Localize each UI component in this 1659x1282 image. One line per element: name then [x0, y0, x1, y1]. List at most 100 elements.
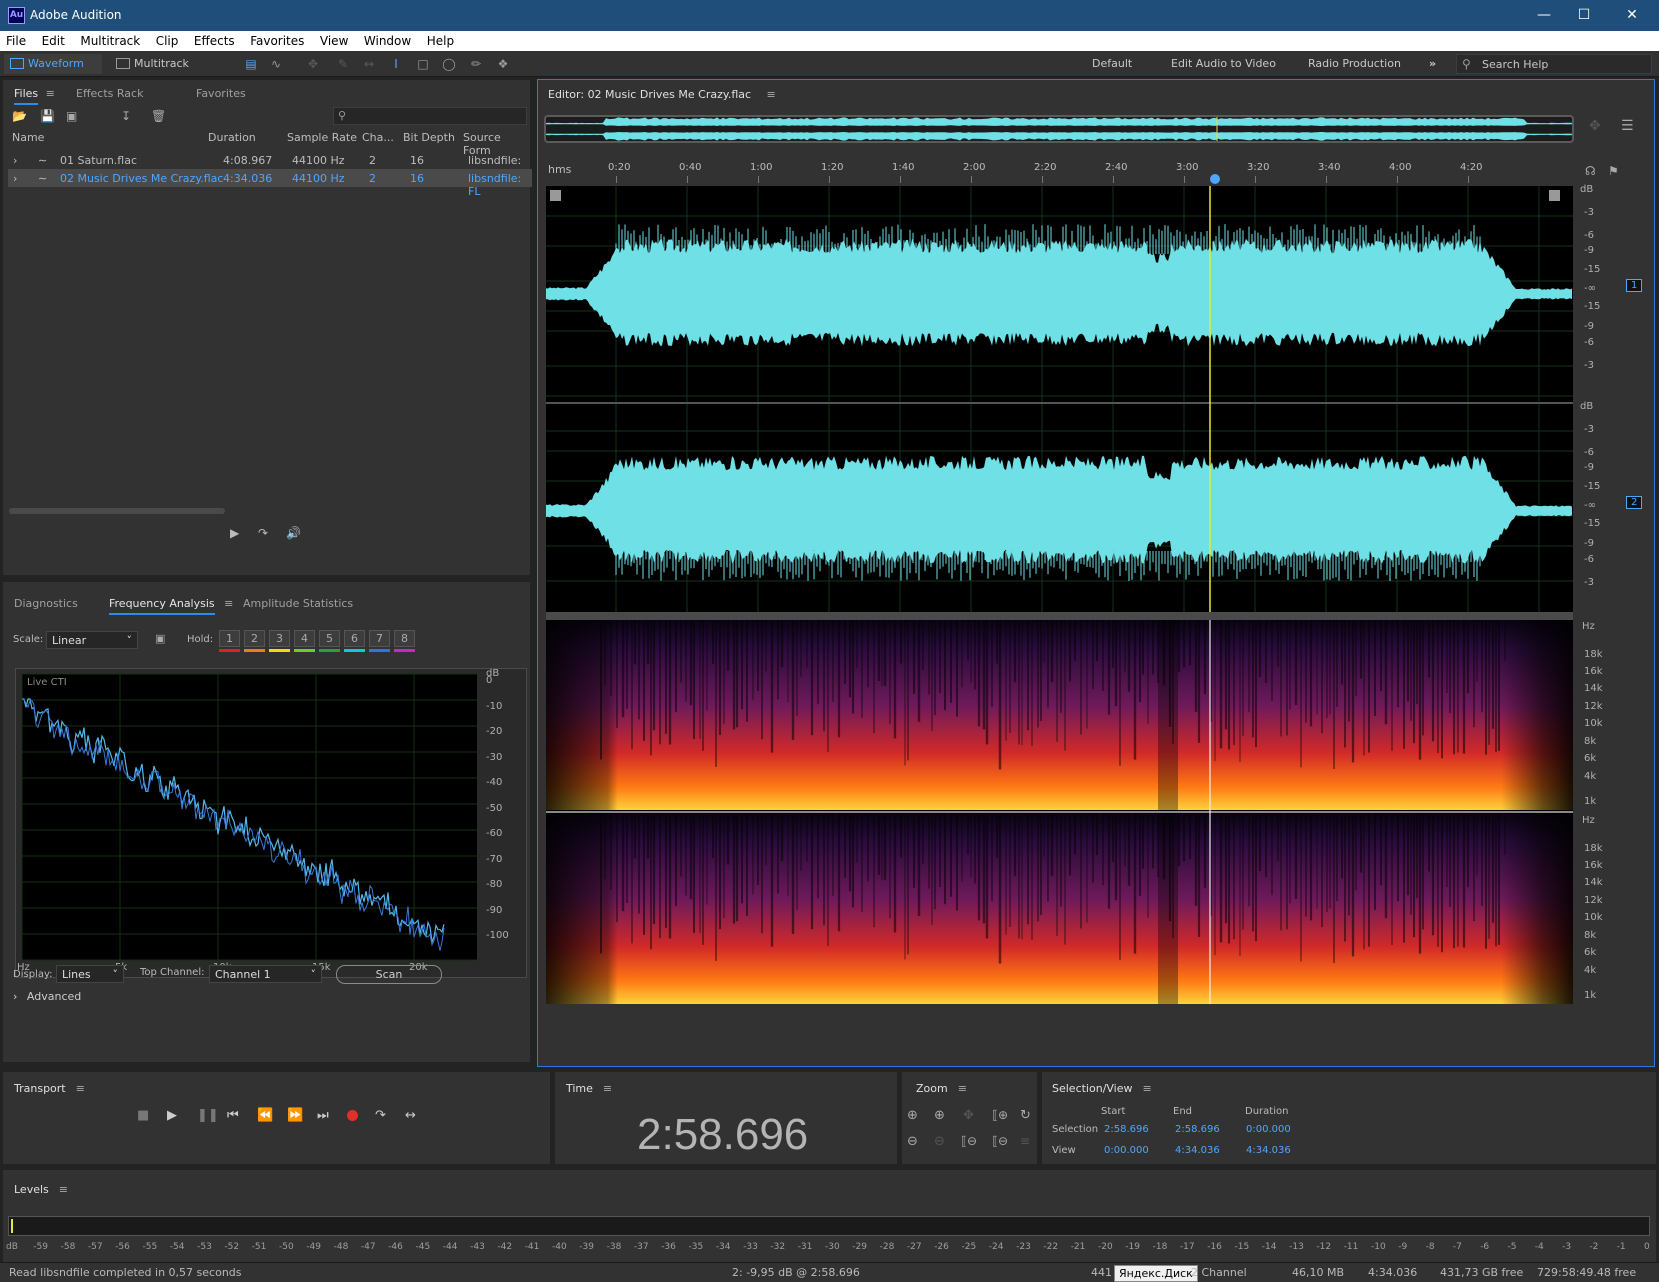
skip-to-end-icon[interactable]: ⏭	[317, 1108, 329, 1123]
import-file-icon[interactable]: 💾	[40, 109, 55, 123]
table-row[interactable]: › ∼ 01 Saturn.flac 4:08.967 44100 Hz 2 1…	[8, 151, 532, 180]
zoom-out-both-icon[interactable]: ⟦⊖	[992, 1134, 1008, 1148]
waveform-view-button[interactable]: Waveform	[4, 54, 102, 74]
hold-3-button[interactable]: 3	[269, 630, 290, 647]
zoom-out-amplitude-icon[interactable]: ⊖	[907, 1134, 918, 1149]
scale-select[interactable]: Linear ˅	[46, 631, 138, 649]
tab-amplitude-statistics[interactable]: Amplitude Statistics	[243, 597, 353, 610]
menu-effects[interactable]: Effects	[188, 31, 241, 48]
zoom-selection-icon[interactable]: ✥	[1589, 118, 1601, 134]
menu-view[interactable]: View	[314, 31, 354, 48]
hold-6-button[interactable]: 6	[344, 630, 365, 647]
advanced-toggle[interactable]: › Advanced	[13, 990, 81, 1003]
files-scrollbar[interactable]	[9, 508, 225, 514]
view-end[interactable]: 4:34.036	[1175, 1145, 1220, 1156]
record-icon[interactable]	[347, 1110, 358, 1121]
open-file-icon[interactable]: 📂	[12, 109, 27, 123]
display-select[interactable]: Lines ˅	[56, 965, 124, 983]
close-icon[interactable]: ✕	[1612, 4, 1652, 26]
marquee-tool-icon[interactable]: □	[415, 57, 431, 71]
hold-1-button[interactable]: 1	[219, 630, 240, 647]
pause-icon[interactable]: ❚❚	[197, 1108, 219, 1123]
expand-icon[interactable]: ›	[13, 172, 17, 185]
fade-out-handle-icon[interactable]	[1549, 190, 1560, 201]
workspace-edit-audio-to-video[interactable]: Edit Audio to Video	[1171, 57, 1276, 70]
workspace-radio-production[interactable]: Radio Production	[1308, 57, 1401, 70]
search-help-box[interactable]: ⚲ Search Help	[1456, 54, 1652, 74]
stop-icon[interactable]: ■	[137, 1108, 149, 1123]
overview-navigator[interactable]	[544, 115, 1574, 143]
waveform-display[interactable]	[546, 186, 1573, 620]
menu-edit[interactable]: Edit	[36, 31, 71, 48]
hold-8-button[interactable]: 8	[394, 630, 415, 647]
zoom-selection-icon[interactable]: ✥	[963, 1108, 974, 1123]
spectral-pitch-icon[interactable]: ∿	[268, 57, 284, 71]
auto-play-icon[interactable]: 🔊	[286, 526, 301, 540]
zoom-in-left-icon[interactable]: ⟦⊕	[992, 1108, 1008, 1122]
fade-in-handle-icon[interactable]	[550, 190, 561, 201]
freeze-icon[interactable]: ▣	[155, 632, 165, 645]
view-duration[interactable]: 4:34.036	[1246, 1145, 1291, 1156]
loop-playback-icon[interactable]: ↷	[375, 1108, 386, 1123]
files-search-input[interactable]: ⚲	[333, 107, 527, 125]
slip-tool-icon[interactable]: ↔	[361, 57, 377, 71]
tab-favorites[interactable]: Favorites	[196, 87, 246, 100]
selection-duration[interactable]: 0:00.000	[1246, 1124, 1291, 1135]
menu-favorites[interactable]: Favorites	[244, 31, 310, 48]
spectral-display[interactable]	[546, 620, 1573, 1004]
col-name[interactable]: Name	[12, 131, 44, 144]
skip-to-start-icon[interactable]: ⏮	[227, 1108, 239, 1123]
lasso-tool-icon[interactable]: ◯	[441, 57, 457, 71]
delete-icon[interactable]: 🗑	[151, 109, 166, 123]
loop-preview-icon[interactable]: ↷	[258, 526, 268, 540]
scan-button[interactable]: Scan	[336, 965, 442, 984]
more-workspaces-icon[interactable]: »	[1429, 57, 1436, 70]
playhead-handle[interactable]	[1210, 174, 1220, 184]
maximize-icon[interactable]: ☐	[1564, 4, 1604, 26]
zoom-in-time-icon[interactable]: ⊕	[934, 1108, 945, 1123]
hold-5-button[interactable]: 5	[319, 630, 340, 647]
tab-frequency-analysis[interactable]: Frequency Analysis ≡	[109, 597, 233, 615]
table-row-selected[interactable]: › ∼ 02 Music Drives Me Crazy.flac 4:34.0…	[8, 169, 532, 198]
spectral-frequency-icon[interactable]: ▤	[243, 57, 259, 71]
display-options-icon[interactable]: ☰	[1621, 118, 1634, 134]
col-duration[interactable]: Duration	[208, 131, 256, 144]
zoom-out-full-icon[interactable]: ⟦⊖	[961, 1134, 977, 1148]
hold-2-button[interactable]: 2	[244, 630, 265, 647]
workspace-default[interactable]: Default	[1092, 57, 1132, 70]
menu-multitrack[interactable]: Multitrack	[74, 31, 146, 48]
new-file-icon[interactable]: ▣	[66, 109, 77, 123]
col-channels[interactable]: Cha...	[362, 131, 394, 144]
col-bit-depth[interactable]: Bit Depth	[403, 131, 455, 144]
hold-7-button[interactable]: 7	[369, 630, 390, 647]
tab-diagnostics[interactable]: Diagnostics	[14, 597, 78, 610]
search-help-placeholder[interactable]: Search Help	[1482, 58, 1548, 71]
skip-selection-icon[interactable]: ↔	[405, 1108, 416, 1123]
brush-tool-icon[interactable]: ✏	[468, 57, 484, 71]
top-channel-select[interactable]: Channel 1 ˅	[209, 965, 322, 983]
play-icon[interactable]: ▶	[167, 1108, 177, 1123]
zoom-fit-icon[interactable]: ≡	[1020, 1134, 1030, 1148]
rewind-icon[interactable]: ⏪	[257, 1108, 273, 1123]
menu-clip[interactable]: Clip	[150, 31, 185, 48]
fast-forward-icon[interactable]: ⏩	[287, 1108, 303, 1123]
minimize-icon[interactable]: —	[1524, 4, 1564, 26]
time-selection-tool-icon[interactable]: I	[388, 57, 404, 71]
view-divider[interactable]	[546, 612, 1573, 620]
col-sample-rate[interactable]: Sample Rate	[287, 131, 357, 144]
pin-icon[interactable]: ⚑	[1608, 164, 1619, 178]
multitrack-view-button[interactable]: Multitrack	[110, 54, 208, 74]
zoom-out-time-icon[interactable]: ⊖	[934, 1134, 945, 1149]
insert-into-multitrack-icon[interactable]: ↧	[121, 109, 131, 123]
menu-help[interactable]: Help	[421, 31, 460, 48]
spot-healing-icon[interactable]: ❖	[495, 57, 511, 71]
hold-4-button[interactable]: 4	[294, 630, 315, 647]
expand-icon[interactable]: ›	[13, 154, 17, 167]
move-tool-icon[interactable]: ✥	[305, 57, 321, 71]
selection-start[interactable]: 2:58.696	[1104, 1124, 1149, 1135]
frequency-graph[interactable]: Live CTI dB 0 -10 -20 -30 -40 -50 -60 -70 -80 -90-…	[15, 668, 527, 978]
menu-file[interactable]: File	[0, 31, 32, 48]
tab-effects-rack[interactable]: Effects Rack	[76, 87, 143, 100]
selection-end[interactable]: 2:58.696	[1175, 1124, 1220, 1135]
play-file-icon[interactable]: ▶	[230, 526, 239, 540]
